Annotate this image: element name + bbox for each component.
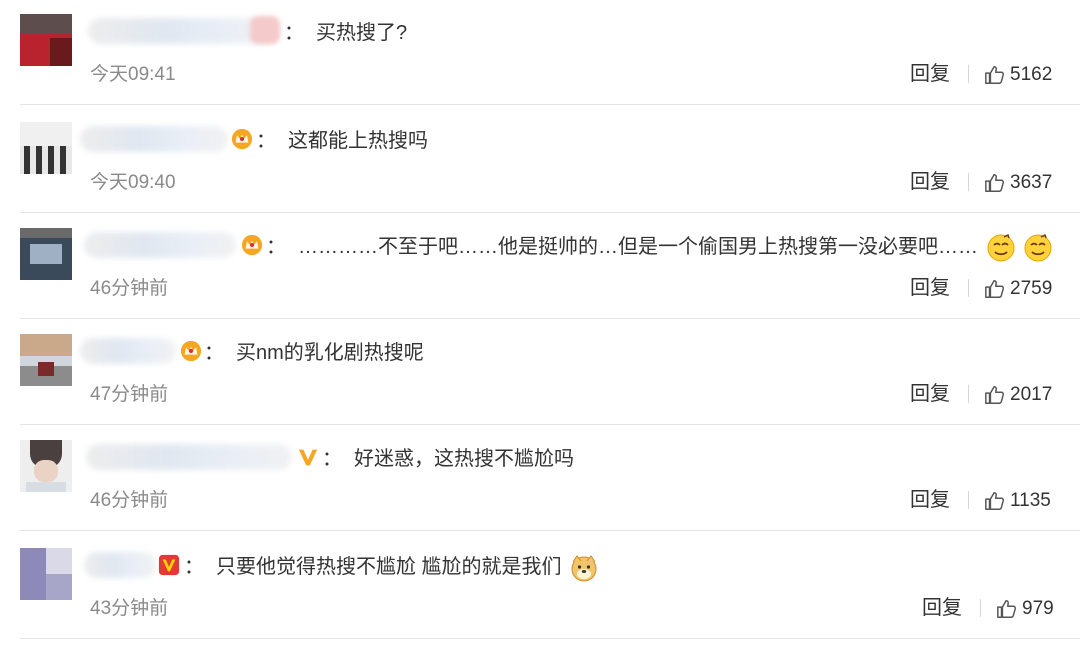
avatar[interactable] bbox=[20, 228, 72, 280]
doge-emoji bbox=[571, 554, 597, 582]
avatar[interactable] bbox=[20, 440, 72, 492]
colon: ： bbox=[322, 448, 342, 470]
divider bbox=[20, 104, 1080, 105]
comment-text: …………不至于吧……他是挺帅的…但是一个偷国男上热搜第一没必要吧…… bbox=[298, 236, 978, 258]
reply-button[interactable]: 回复 bbox=[910, 168, 950, 196]
thumbs-up-icon bbox=[985, 66, 1005, 84]
divider bbox=[20, 638, 1080, 639]
comment-time: 今天09:40 bbox=[90, 172, 176, 193]
colon: ： bbox=[184, 556, 204, 578]
comment-item: ： 好迷惑，这热搜不尴尬吗 46分钟前 回复 1135 bbox=[0, 426, 1080, 532]
like-count: 979 bbox=[1022, 598, 1054, 619]
comment-item: ： 这都能上热搜吗 今天09:40 回复 3637 bbox=[0, 108, 1080, 214]
comment-text-line: ： 好迷惑，这热搜不尴尬吗 bbox=[322, 444, 574, 474]
colon: ： bbox=[204, 342, 224, 364]
username-blurred[interactable] bbox=[80, 338, 176, 364]
comment-text: 只要他觉得热搜不尴尬 尴尬的就是我们 bbox=[216, 556, 562, 578]
reply-button[interactable]: 回复 bbox=[910, 60, 950, 88]
divider bbox=[20, 318, 1080, 319]
comment-time: 47分钟前 bbox=[90, 384, 169, 405]
username-blurred[interactable] bbox=[84, 552, 156, 578]
username-blurred[interactable] bbox=[86, 444, 292, 470]
divider bbox=[20, 212, 1080, 213]
like-count: 1135 bbox=[1010, 490, 1051, 511]
avatar[interactable] bbox=[20, 14, 72, 66]
smug-face-emoji bbox=[1024, 233, 1052, 262]
comment-item: ： 只要他觉得热搜不尴尬 尴尬的就是我们 43分钟前 回复 979 bbox=[0, 534, 1080, 640]
comment-text: 好迷惑，这热搜不尴尬吗 bbox=[354, 448, 574, 470]
comment-text-line: ： 只要他觉得热搜不尴尬 尴尬的就是我们 bbox=[184, 552, 599, 582]
like-count: 5162 bbox=[1010, 64, 1053, 85]
comment-text-line: ： 买nm的乳化剧热搜呢 bbox=[204, 338, 424, 368]
like-button[interactable]: 1135 bbox=[984, 486, 1051, 516]
reply-button[interactable]: 回复 bbox=[910, 274, 950, 302]
reply-button[interactable]: 回复 bbox=[922, 594, 962, 622]
crown-icon bbox=[231, 128, 253, 150]
like-button[interactable]: 2017 bbox=[984, 380, 1052, 410]
thumbs-up-icon bbox=[985, 386, 1005, 404]
comment-time: 46分钟前 bbox=[90, 278, 169, 299]
thumbs-up-icon bbox=[985, 174, 1005, 192]
username-blurred[interactable] bbox=[80, 126, 228, 152]
comment-text: 买nm的乳化剧热搜呢 bbox=[236, 342, 424, 364]
avatar[interactable] bbox=[20, 334, 72, 386]
crown-icon bbox=[241, 234, 263, 256]
thumbs-up-icon bbox=[985, 280, 1005, 298]
comment-text-line: ： 买热搜了? bbox=[284, 18, 407, 48]
like-button[interactable]: 5162 bbox=[984, 60, 1052, 90]
username-blurred bbox=[250, 16, 280, 44]
comment-item: ： 买热搜了? 今天09:41 回复 5162 bbox=[0, 0, 1080, 106]
comment-item: ： …………不至于吧……他是挺帅的…但是一个偷国男上热搜第一没必要吧…… 46分钟… bbox=[0, 214, 1080, 320]
comment-time: 46分钟前 bbox=[90, 490, 169, 511]
separator bbox=[968, 173, 969, 191]
reply-button[interactable]: 回复 bbox=[910, 486, 950, 514]
colon: ： bbox=[284, 22, 304, 44]
comment-item: ： 买nm的乳化剧热搜呢 47分钟前 回复 2017 bbox=[0, 320, 1080, 426]
separator bbox=[968, 65, 969, 83]
like-button[interactable]: 3637 bbox=[984, 168, 1052, 198]
divider bbox=[20, 530, 1080, 531]
comment-time: 今天09:41 bbox=[90, 64, 176, 85]
crown-icon bbox=[180, 340, 202, 362]
separator bbox=[968, 491, 969, 509]
colon: ： bbox=[256, 130, 276, 152]
divider bbox=[20, 424, 1080, 425]
like-count: 2759 bbox=[1010, 278, 1053, 299]
separator bbox=[968, 279, 969, 297]
comment-text: 这都能上热搜吗 bbox=[288, 130, 428, 152]
thumbs-up-icon bbox=[985, 492, 1005, 510]
smug-face-emoji bbox=[987, 233, 1015, 262]
avatar[interactable] bbox=[20, 548, 72, 600]
thumbs-up-icon bbox=[997, 600, 1017, 618]
username-blurred[interactable] bbox=[84, 232, 236, 258]
separator bbox=[968, 385, 969, 403]
verified-v-icon bbox=[158, 554, 180, 576]
avatar[interactable] bbox=[20, 122, 72, 174]
like-button[interactable]: 979 bbox=[996, 594, 1054, 624]
comment-time: 43分钟前 bbox=[90, 598, 169, 619]
separator bbox=[980, 599, 981, 617]
like-count: 2017 bbox=[1010, 384, 1053, 405]
verified-v-icon bbox=[298, 449, 318, 466]
comment-text-line: ： …………不至于吧……他是挺帅的…但是一个偷国男上热搜第一没必要吧…… bbox=[266, 232, 1053, 262]
comment-text-line: ： 这都能上热搜吗 bbox=[256, 126, 428, 156]
like-button[interactable]: 2759 bbox=[984, 274, 1052, 304]
comment-text: 买热搜了? bbox=[316, 22, 408, 44]
colon: ： bbox=[266, 236, 286, 258]
reply-button[interactable]: 回复 bbox=[910, 380, 950, 408]
like-count: 3637 bbox=[1010, 172, 1053, 193]
